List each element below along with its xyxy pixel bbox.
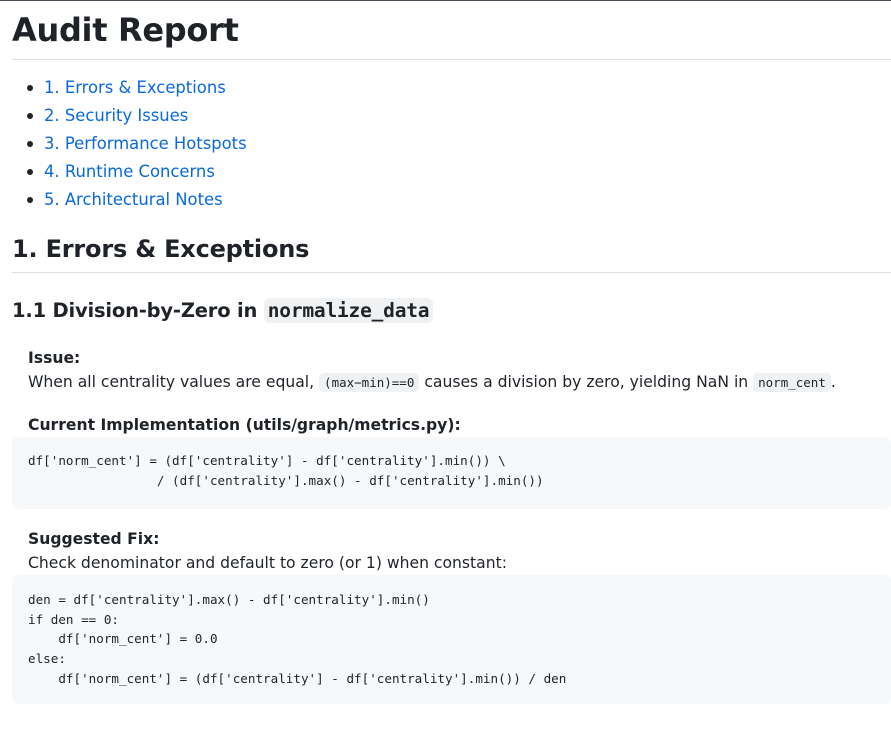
code-block-current: df['norm_cent'] = (df['centrality'] - df…	[12, 437, 891, 509]
toc-link-security[interactable]: 2. Security Issues	[44, 106, 188, 125]
suggested-fix-block: Suggested Fix: Check denominator and def…	[12, 509, 891, 575]
issue-text-part: .	[830, 373, 836, 391]
issue-text: When all centrality values are equal, (m…	[28, 370, 887, 395]
bullet-icon	[27, 85, 33, 91]
suggested-fix-text: Check denominator and default to zero (o…	[28, 554, 507, 572]
toc-link-performance[interactable]: 3. Performance Hotspots	[44, 134, 247, 153]
toc-item: 1. Errors & Exceptions	[26, 77, 891, 105]
toc-item: 2. Security Issues	[26, 105, 891, 133]
issue-text-part: When all centrality values are equal,	[28, 373, 320, 391]
page-title: Audit Report	[12, 1, 891, 60]
toc-link-errors[interactable]: 1. Errors & Exceptions	[44, 78, 226, 97]
current-implementation-label: Current Implementation (utils/graph/metr…	[28, 416, 461, 434]
toc-item: 5. Architectural Notes	[26, 189, 891, 217]
issue-text-part: causes a division by zero, yielding NaN …	[419, 373, 754, 391]
toc-item: 3. Performance Hotspots	[26, 133, 891, 161]
bullet-icon	[27, 169, 33, 175]
bullet-icon	[27, 197, 33, 203]
issue-label: Issue:	[28, 349, 81, 367]
table-of-contents: 1. Errors & Exceptions 2. Security Issue…	[12, 60, 891, 217]
code-block-fix: den = df['centrality'].max() - df['centr…	[12, 575, 891, 704]
issue-block: Issue: When all centrality values are eq…	[12, 326, 891, 395]
subsection-heading-text: 1.1 Division-by-Zero in	[12, 299, 264, 322]
suggested-fix-label: Suggested Fix:	[28, 530, 160, 548]
toc-link-architecture[interactable]: 5. Architectural Notes	[44, 190, 223, 209]
inline-code-norm-cent: norm_cent	[753, 373, 831, 392]
subsection-heading-division-by-zero: 1.1 Division-by-Zero in normalize_data	[12, 273, 891, 326]
toc-item: 4. Runtime Concerns	[26, 161, 891, 189]
inline-code-max-min: (max−min)==0	[319, 373, 420, 392]
toc-link-runtime[interactable]: 4. Runtime Concerns	[44, 162, 215, 181]
function-name-code: normalize_data	[263, 298, 434, 323]
section-heading-errors: 1. Errors & Exceptions	[12, 217, 891, 273]
document: Audit Report 1. Errors & Exceptions 2. S…	[0, 1, 891, 704]
current-implementation-block: Current Implementation (utils/graph/metr…	[12, 395, 891, 437]
bullet-icon	[27, 113, 33, 119]
bullet-icon	[27, 141, 33, 147]
